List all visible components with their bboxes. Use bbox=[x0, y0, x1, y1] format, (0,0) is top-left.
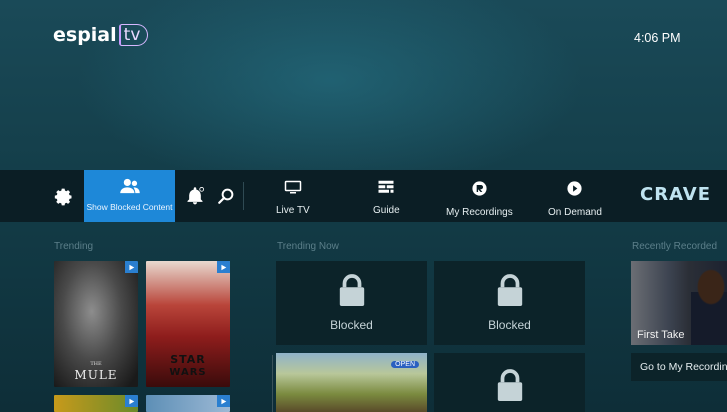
show-blocked-label: Show Blocked Content bbox=[86, 202, 173, 212]
poster-row2-1[interactable] bbox=[54, 395, 138, 412]
poster-star-wars[interactable]: STAR WARS bbox=[146, 261, 230, 387]
lock-icon bbox=[337, 274, 367, 312]
main-navbar: Show Blocked Content Live TV Guide My Re… bbox=[0, 170, 727, 222]
espial-tv-logo: espial tv bbox=[53, 24, 149, 46]
recordings-icon bbox=[471, 180, 488, 201]
settings-gear-icon[interactable] bbox=[54, 187, 74, 207]
nav-item-label: My Recordings bbox=[446, 207, 513, 218]
crave-logo[interactable]: CRAVE bbox=[640, 184, 711, 205]
lock-icon bbox=[495, 274, 525, 312]
play-badge-icon bbox=[125, 261, 138, 273]
guide-icon bbox=[377, 180, 395, 199]
logo-tv-badge: tv bbox=[118, 24, 149, 46]
show-blocked-content-button[interactable]: Show Blocked Content bbox=[84, 170, 175, 222]
section-title-recently-recorded: Recently Recorded bbox=[632, 241, 718, 252]
play-badge-icon bbox=[217, 261, 230, 273]
blocked-label: Blocked bbox=[488, 318, 531, 332]
presenter-image bbox=[691, 269, 727, 345]
blocked-tile[interactable]: Blocked bbox=[434, 261, 585, 345]
play-badge-icon bbox=[217, 395, 230, 407]
nav-item-on-demand[interactable]: On Demand bbox=[548, 180, 602, 218]
nav-item-my-recordings[interactable]: My Recordings bbox=[446, 180, 513, 218]
recording-title: First Take bbox=[637, 329, 685, 341]
poster-title-top: STAR bbox=[170, 353, 206, 366]
poster-the-mule[interactable]: THE MULE bbox=[54, 261, 138, 387]
section-title-trending-now: Trending Now bbox=[277, 241, 339, 252]
search-icon[interactable] bbox=[217, 187, 235, 205]
nav-item-live-tv[interactable]: Live TV bbox=[276, 180, 310, 216]
nav-item-label: On Demand bbox=[548, 207, 602, 218]
nav-item-label: Live TV bbox=[276, 205, 310, 216]
blocked-label: Blocked bbox=[330, 318, 373, 332]
blocked-tile[interactable] bbox=[434, 353, 585, 412]
clock: 4:06 PM bbox=[634, 31, 681, 45]
logo-word: espial bbox=[53, 24, 117, 46]
go-to-my-recordings-button[interactable]: Go to My Recordings bbox=[631, 353, 727, 381]
nav-divider bbox=[243, 182, 244, 210]
poster-title: MULE bbox=[74, 368, 118, 382]
poster-title-bottom: WARS bbox=[169, 367, 207, 378]
tv-icon bbox=[284, 180, 302, 199]
column-divider bbox=[272, 355, 273, 412]
section-title-trending: Trending bbox=[54, 241, 94, 252]
channel-badge: OPEN bbox=[391, 361, 419, 368]
users-icon bbox=[119, 178, 141, 198]
notifications-bell-icon[interactable] bbox=[185, 186, 205, 206]
poster-title-small: THE bbox=[90, 361, 102, 367]
nav-item-label: Guide bbox=[373, 205, 400, 216]
blocked-tile[interactable]: Blocked bbox=[276, 261, 427, 345]
trending-now-thumbnail[interactable]: OPEN bbox=[276, 353, 427, 412]
recording-thumbnail-first-take[interactable]: First Take bbox=[631, 261, 727, 345]
lock-icon bbox=[495, 369, 525, 407]
poster-row2-2[interactable] bbox=[146, 395, 230, 412]
play-badge-icon bbox=[125, 395, 138, 407]
play-circle-icon bbox=[566, 180, 583, 201]
nav-item-guide[interactable]: Guide bbox=[373, 180, 400, 216]
